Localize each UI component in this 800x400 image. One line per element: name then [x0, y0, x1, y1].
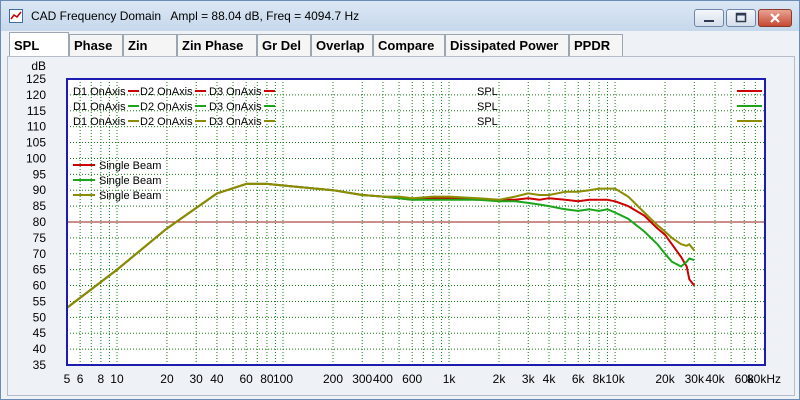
legend-entry-label: Single Beam: [99, 190, 161, 202]
legend-entry-label: D3 OnAxis: [209, 116, 262, 128]
y-tick-label: 120: [26, 88, 46, 102]
y-tick-label: 80: [33, 215, 47, 229]
maximize-button[interactable]: [726, 9, 756, 27]
legend-right-label: SPL: [477, 86, 498, 98]
tab-gr-del[interactable]: Gr Del: [257, 34, 311, 56]
legend-right-label: SPL: [477, 116, 498, 128]
y-tick-label: 45: [33, 326, 47, 340]
legend-entry-label: D2 OnAxis: [140, 116, 193, 128]
x-tick-label: 400: [373, 372, 393, 386]
minimize-button[interactable]: [694, 9, 724, 27]
window-title: CAD Frequency Domain Ampl = 88.04 dB, Fr…: [31, 9, 360, 23]
legend-entry-label: Single Beam: [99, 175, 161, 187]
y-tick-label: 60: [33, 279, 47, 293]
x-tick-label: 100: [273, 372, 293, 386]
x-tick-label: 8: [98, 372, 105, 386]
x-tick-label: 80: [260, 372, 274, 386]
y-tick-label: 35: [33, 358, 47, 372]
x-tick-label: 1k: [443, 372, 457, 386]
x-tick-label: 80kHz: [747, 372, 781, 386]
x-tick-label: 60: [239, 372, 253, 386]
tab-label: PPDR: [574, 38, 611, 53]
tab-label: Overlap: [316, 38, 365, 53]
x-tick-label: 6: [77, 372, 84, 386]
x-tick-label: 200: [323, 372, 343, 386]
x-tick-label: 10: [110, 372, 124, 386]
tab-zin[interactable]: Zin: [123, 34, 177, 56]
tab-ppdr[interactable]: PPDR: [569, 34, 623, 56]
legend-entry-label: D1 OnAxis: [73, 116, 126, 128]
tab-label: Zin: [128, 38, 148, 53]
x-tick-label: 20: [160, 372, 174, 386]
y-tick-label: 70: [33, 247, 47, 261]
title-bar: CAD Frequency Domain Ampl = 88.04 dB, Fr…: [1, 1, 799, 31]
tab-label: Compare: [378, 38, 435, 53]
x-tick-label: 600: [402, 372, 422, 386]
y-tick-label: 125: [26, 72, 46, 86]
x-tick-label: 4k: [543, 372, 557, 386]
y-tick-label: 105: [26, 136, 46, 150]
legend-entry-label: D2 OnAxis: [140, 101, 193, 113]
tab-spl[interactable]: SPL: [9, 32, 69, 56]
legend-entry-label: D2 OnAxis: [140, 86, 193, 98]
tab-label: Dissipated Power: [450, 38, 559, 53]
tab-label: Phase: [74, 38, 113, 53]
x-tick-label: 30: [190, 372, 204, 386]
x-tick-label: 2k: [493, 372, 507, 386]
x-tick-label: 40: [210, 372, 224, 386]
legend-entry-label: Single Beam: [99, 160, 161, 172]
x-tick-label: 3k: [522, 372, 536, 386]
y-tick-label: 85: [33, 199, 47, 213]
x-tick-label: 40k: [705, 372, 725, 386]
y-tick-label: 50: [33, 310, 47, 324]
tab-label: Gr Del: [262, 38, 302, 53]
x-tick-label: 30k: [685, 372, 705, 386]
legend-entry-label: D1 OnAxis: [73, 101, 126, 113]
close-button[interactable]: [758, 9, 792, 27]
tab-compare[interactable]: Compare: [373, 34, 445, 56]
tab-dissipated-power[interactable]: Dissipated Power: [445, 34, 569, 56]
x-tick-label: 6k: [572, 372, 586, 386]
y-axis-unit: dB: [31, 59, 46, 73]
x-tick-label: 5: [64, 372, 71, 386]
y-tick-label: 55: [33, 294, 47, 308]
y-tick-label: 100: [26, 151, 46, 165]
y-tick-label: 95: [33, 167, 47, 181]
tab-bar: SPL Phase Zin Zin Phase Gr Del Overlap C…: [7, 32, 795, 56]
app-icon: [9, 9, 23, 23]
x-tick-label: 20k: [655, 372, 675, 386]
minimize-icon: [704, 20, 714, 22]
legend-right-label: SPL: [477, 101, 498, 113]
legend-entry-label: D1 OnAxis: [73, 86, 126, 98]
y-tick-label: 90: [33, 183, 47, 197]
y-tick-label: 115: [27, 104, 46, 118]
y-tick-labels: 35 40 45 50 5560 65 70 75 80 85 90 95 100105 110 115 12…: [26, 72, 46, 372]
legend-entry-label: D3 OnAxis: [209, 101, 262, 113]
y-tick-label: 40: [33, 342, 47, 356]
tab-label: Zin Phase: [182, 38, 244, 53]
close-icon: [770, 13, 780, 23]
y-tick-label: 65: [33, 263, 47, 277]
tab-zin-phase[interactable]: Zin Phase: [177, 34, 257, 56]
x-tick-label: 10k: [605, 372, 625, 386]
maximize-icon: [735, 12, 747, 23]
y-tick-label: 110: [27, 120, 46, 134]
tab-overlap[interactable]: Overlap: [311, 34, 373, 56]
x-tick-label: 300: [352, 372, 372, 386]
tab-phase[interactable]: Phase: [69, 34, 123, 56]
legend-entry-label: D3 OnAxis: [209, 86, 262, 98]
y-tick-label: 75: [33, 231, 47, 245]
x-tick-labels: 5 6 8 10 20 30 40 60 80 100 200 300 400 600 1k 2k 3k 4k 6k…: [64, 372, 781, 386]
x-tick-label: 8k: [593, 372, 607, 386]
tab-label: SPL: [14, 38, 40, 53]
spl-chart[interactable]: 3540455055606570758085909510010511011512…: [0, 55, 800, 400]
